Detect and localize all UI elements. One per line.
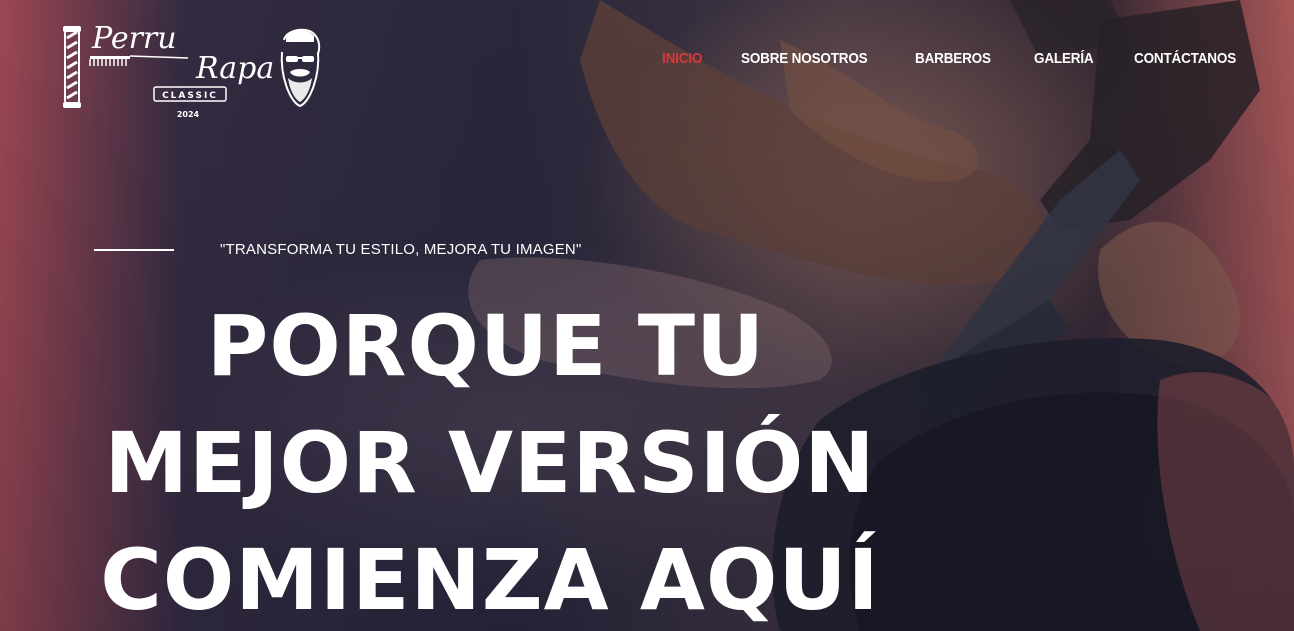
headline-line-3: COMIENZA AQUÍ — [100, 531, 880, 629]
brand-badge: CLASSIC — [162, 91, 218, 101]
nav-item-sobre-nosotros[interactable]: SOBRE NOSOTROS — [741, 50, 868, 67]
bearded-man-icon — [280, 28, 321, 108]
comb-icon — [89, 55, 189, 66]
headline-line-2: MEJOR VERSIÓN — [104, 414, 876, 512]
hero-section: Perru Rapa CLASSIC 2024 INICIO SOBRE NOS… — [0, 0, 1294, 631]
brand-logo[interactable]: Perru Rapa CLASSIC 2024 — [62, 16, 332, 124]
barber-pole-icon — [63, 26, 81, 108]
tagline-divider — [94, 249, 174, 251]
nav-item-galeria[interactable]: GALERÍA — [1034, 50, 1094, 67]
hero-tagline: "TRANSFORMA TU ESTILO, MEJORA TU IMAGEN" — [220, 241, 582, 258]
main-nav: INICIO SOBRE NOSOTROS BARBEROS GALERÍA C… — [662, 50, 1247, 67]
hero-headline: PORQUE TU MEJOR VERSIÓN COMIENZA AQUÍ — [0, 288, 980, 631]
nav-item-contactanos[interactable]: CONTÁCTANOS — [1134, 50, 1236, 67]
brand-year: 2024 — [177, 110, 200, 119]
brand-name-part2: Rapa — [195, 51, 274, 86]
nav-item-inicio[interactable]: INICIO — [662, 50, 702, 67]
brand-name-part1: Perru — [91, 21, 177, 56]
headline-line-1: PORQUE TU — [206, 297, 766, 395]
nav-item-barberos[interactable]: BARBEROS — [915, 50, 991, 67]
